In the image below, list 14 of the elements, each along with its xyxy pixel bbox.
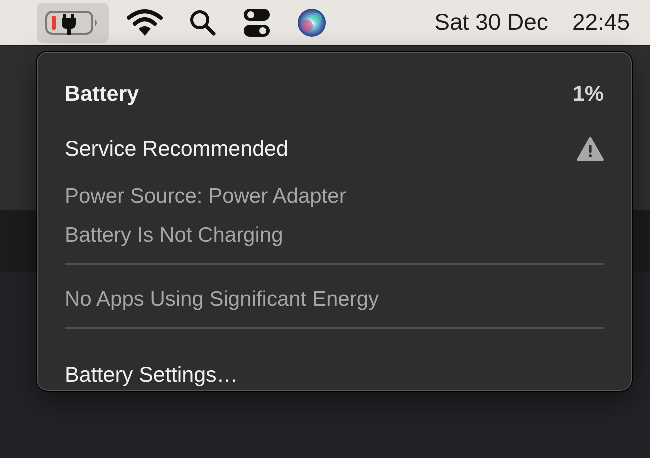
- info-text: Power Source: Power Adapter: [65, 184, 346, 210]
- time-text[interactable]: 22:45: [572, 5, 630, 40]
- date-text[interactable]: Sat 30 Dec: [434, 5, 548, 40]
- info-text: Battery Is Not Charging: [65, 222, 284, 249]
- info-text: No Apps Using Significant Energy: [65, 286, 380, 313]
- settings-menu-item[interactable]: Battery Settings…: [65, 344, 238, 406]
- search-icon: [189, 8, 217, 36]
- wifi-icon: [127, 8, 163, 36]
- menu-title: Battery: [65, 80, 140, 108]
- status-heading: Service Recommended: [65, 136, 288, 163]
- battery-menu-item[interactable]: [37, 2, 109, 42]
- siri-icon: [297, 8, 327, 38]
- toggles-icon: [243, 8, 271, 38]
- battery-percent: 1%: [572, 80, 604, 108]
